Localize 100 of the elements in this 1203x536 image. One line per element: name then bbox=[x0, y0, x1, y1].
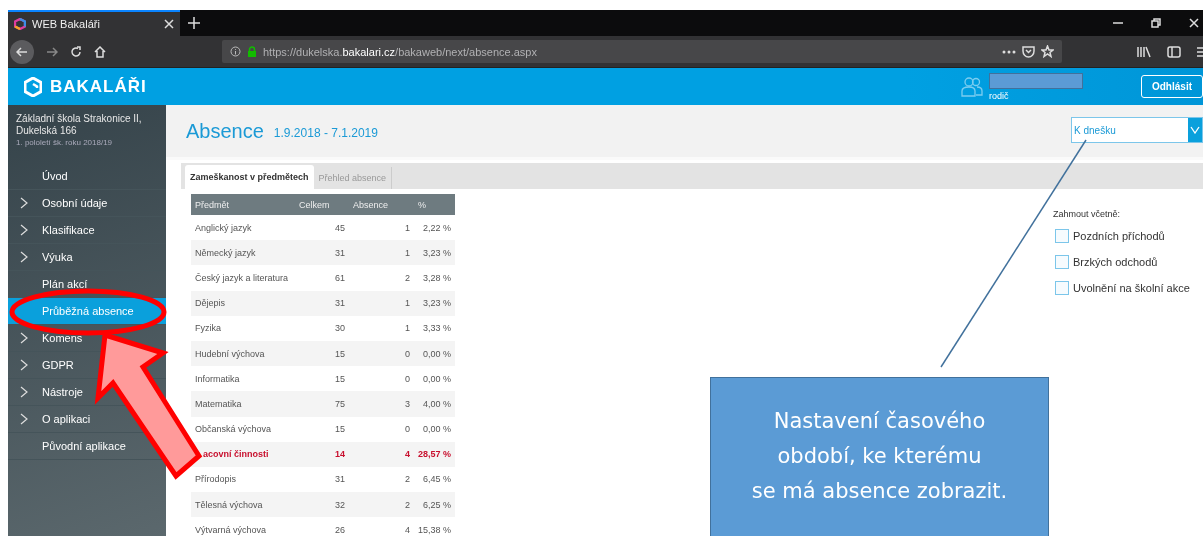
table-cell: 14 bbox=[295, 441, 349, 467]
table-cell-text: Anglický jazyk bbox=[194, 221, 253, 235]
table-cell-text: Fyzika bbox=[194, 322, 222, 336]
table-cell-text: 2,22 % bbox=[421, 221, 452, 235]
page-title: Absence bbox=[186, 119, 264, 143]
checkbox[interactable] bbox=[1055, 281, 1069, 295]
table-cell: 0 bbox=[349, 340, 414, 367]
table-cell-text: Informatika bbox=[194, 372, 241, 386]
browser-tab[interactable]: WEB Bakaláři bbox=[8, 10, 180, 36]
table-cell-text: 1 bbox=[404, 221, 411, 235]
close-icon[interactable] bbox=[1189, 18, 1199, 28]
table-cell-text: 15 bbox=[334, 423, 346, 437]
table-cell: 2 bbox=[349, 492, 414, 518]
school-name: Základní škola Strakonice II, Dukelská 166 bbox=[15, 113, 143, 137]
table-cell: 1 bbox=[349, 290, 414, 316]
table-cell-text: 45 bbox=[334, 221, 346, 235]
menu-item[interactable]: Úvod bbox=[42, 170, 68, 182]
table-cell-text: 3,33 % bbox=[421, 322, 452, 336]
brand-name: BAKALÁŘI bbox=[50, 76, 147, 97]
table-cell-text: 0,00 % bbox=[421, 423, 452, 437]
menu-item[interactable]: Klasifikace bbox=[42, 224, 95, 236]
home-icon[interactable] bbox=[94, 45, 106, 58]
table-cell-text: 26 bbox=[334, 523, 346, 536]
table-cell-text: 1 bbox=[404, 322, 411, 336]
column-header: % bbox=[414, 194, 455, 215]
star-icon[interactable] bbox=[1041, 45, 1054, 58]
table-cell-text: Občanská výchova bbox=[194, 423, 273, 437]
include-label: Zahmout včetně: bbox=[1053, 209, 1122, 219]
lock-icon bbox=[247, 46, 257, 57]
new-tab-icon[interactable] bbox=[188, 17, 200, 29]
logo-icon bbox=[14, 18, 26, 30]
table-cell-text: 4 bbox=[404, 523, 411, 536]
restore-icon[interactable] bbox=[1151, 18, 1161, 28]
table-cell: Tělesná výchova bbox=[191, 492, 295, 518]
checkbox-label: Uvolnění na školní akce bbox=[1073, 282, 1190, 294]
callout-box: Nastavení časového období, ke kterému se má absence zobrazit. bbox=[710, 377, 1049, 536]
table-cell: Hudební výchova bbox=[191, 340, 295, 367]
checkbox-label: Brzkých odchodů bbox=[1073, 256, 1158, 268]
table-cell-text: Výtvarná výchova bbox=[194, 523, 268, 536]
table-cell-text: 2 bbox=[404, 271, 411, 285]
table-cell: 1 bbox=[349, 240, 414, 266]
table-cell-text: 30 bbox=[334, 322, 346, 336]
tab[interactable]: Zameškanost v předmětech bbox=[185, 165, 314, 189]
checkbox[interactable] bbox=[1055, 229, 1069, 243]
table-cell: 4,00 % bbox=[414, 391, 455, 417]
table-cell: 31 bbox=[295, 290, 349, 316]
column-header: Absence bbox=[349, 194, 414, 215]
table-cell-text: 3,28 % bbox=[421, 271, 452, 285]
more-icon[interactable] bbox=[1002, 49, 1016, 54]
table-cell: Dějepis bbox=[191, 290, 295, 316]
table-cell-text: 61 bbox=[334, 271, 346, 285]
table-cell-text: Český jazyk a literatura bbox=[194, 271, 290, 285]
table-cell: 3 bbox=[349, 391, 414, 417]
library-icon[interactable] bbox=[1137, 45, 1151, 58]
table-cell-text: 6,45 % bbox=[421, 473, 452, 487]
address-bar[interactable]: https://dukelska.bakalari.cz/bakaweb/next/absence.aspx bbox=[222, 40, 1062, 63]
logo-icon bbox=[24, 76, 42, 97]
back-arrow-icon bbox=[16, 45, 28, 58]
table-cell: Německý jazyk bbox=[191, 240, 295, 266]
menu-item[interactable]: Nástroje bbox=[42, 386, 83, 398]
table-cell: 3,23 % bbox=[414, 290, 455, 316]
close-icon[interactable] bbox=[164, 19, 174, 29]
menu-item[interactable]: Původní aplikace bbox=[42, 440, 126, 452]
menu-item[interactable]: Výuka bbox=[42, 251, 73, 263]
table-cell: 4 bbox=[349, 441, 414, 467]
user-role: rodič bbox=[989, 90, 1010, 101]
table-cell-text: 15 bbox=[334, 372, 346, 386]
table-cell-text: 0 bbox=[404, 372, 411, 386]
checkbox-label: Pozdních příchodů bbox=[1073, 230, 1165, 242]
table-cell: 31 bbox=[295, 240, 349, 266]
chevron-down-icon bbox=[1190, 126, 1200, 134]
term-label: 1. pololetí šk. roku 2018/19 bbox=[15, 138, 114, 147]
table-cell-text: 2 bbox=[404, 473, 411, 487]
pocket-icon[interactable] bbox=[1022, 45, 1035, 58]
table-cell: 75 bbox=[295, 391, 349, 417]
column-header: Předmět bbox=[191, 194, 295, 215]
table-cell: 28,57 % bbox=[414, 441, 455, 467]
table-cell-text: 31 bbox=[334, 473, 346, 487]
menu-item[interactable]: Komens bbox=[42, 332, 83, 344]
menu-item[interactable]: Plán akcí bbox=[42, 278, 88, 290]
menu-item[interactable]: Osobní údaje bbox=[42, 197, 108, 209]
table-cell: 6,25 % bbox=[414, 492, 455, 518]
column-header: Celkem bbox=[295, 194, 349, 215]
menu-icon[interactable] bbox=[1197, 45, 1203, 58]
checkbox[interactable] bbox=[1055, 255, 1069, 269]
url-text: https://dukelska.bakalari.cz/bakaweb/next/absence.aspx bbox=[263, 45, 538, 58]
table-cell: 32 bbox=[295, 492, 349, 518]
table-cell: 3,23 % bbox=[414, 240, 455, 266]
sidebar-icon[interactable] bbox=[1167, 45, 1181, 58]
back-button[interactable] bbox=[10, 39, 34, 64]
user-icon bbox=[961, 75, 983, 98]
menu-item[interactable]: GDPR bbox=[42, 359, 74, 371]
table-cell-text: Přírodopis bbox=[194, 473, 238, 487]
table-cell-text: 0 bbox=[404, 423, 411, 437]
forward-arrow-icon[interactable] bbox=[46, 45, 58, 58]
table-cell-text: 15,38 % bbox=[416, 523, 452, 536]
table-cell: 0,00 % bbox=[414, 340, 455, 367]
info-icon[interactable] bbox=[230, 46, 241, 57]
menu-item[interactable]: O aplikaci bbox=[42, 413, 91, 425]
reload-icon[interactable] bbox=[70, 45, 82, 58]
